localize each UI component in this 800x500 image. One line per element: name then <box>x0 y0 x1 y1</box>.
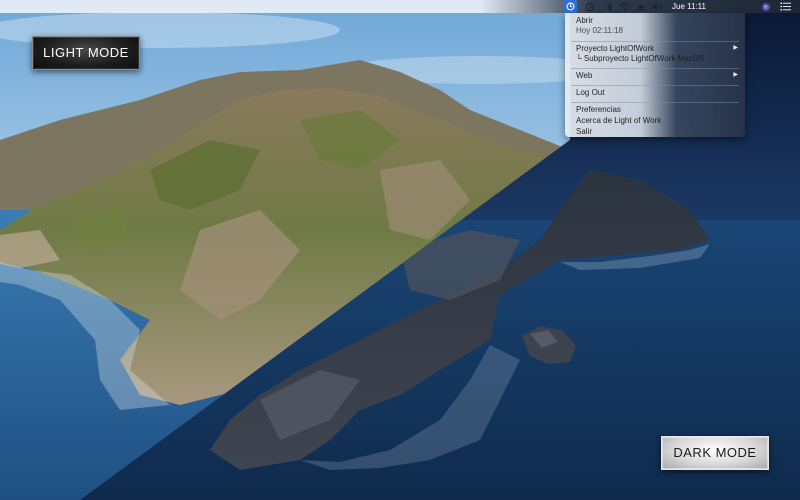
menubar-clock[interactable]: Jue 11:11 <box>672 0 708 13</box>
menu-separator <box>571 41 739 42</box>
notification-list-icon[interactable] <box>778 0 792 13</box>
volume-icon[interactable] <box>651 0 665 13</box>
menu-item-web[interactable]: Web ▶ <box>565 70 745 81</box>
about-label: Acerca de Light of Work <box>576 116 662 125</box>
today-time-label: Hoy 02:11:18 <box>576 26 623 35</box>
status-menu-dropdown: Abrir Hoy 02:11:18 Proyecto LightOfWork … <box>565 13 745 137</box>
desktop-screen: Jue 11:11 Abrir Hoy 02:11:18 Proyecto Li… <box>0 0 800 500</box>
menu-item-quit[interactable]: Salir <box>565 126 745 137</box>
menu-item-about[interactable]: Acerca de Light of Work <box>565 115 745 126</box>
preferences-label: Preferencias <box>576 105 621 114</box>
web-label: Web <box>576 71 593 80</box>
menu-separator <box>571 85 739 86</box>
subproject-label: └ Subproyecto LightOfWork MacOS <box>576 54 705 63</box>
dark-mode-label: DARK MODE <box>661 436 769 470</box>
submenu-arrow-icon: ▶ <box>733 72 738 78</box>
menu-bar: Jue 11:11 <box>0 0 800 13</box>
light-mode-label: LIGHT MODE <box>32 36 140 70</box>
logout-label: Log Out <box>576 88 605 97</box>
bluetooth-icon[interactable] <box>604 0 614 13</box>
menu-item-today: Hoy 02:11:18 <box>565 25 745 36</box>
history-icon[interactable] <box>584 0 596 13</box>
siri-icon[interactable] <box>760 0 772 13</box>
menu-separator <box>571 102 739 103</box>
menu-item-subproject[interactable]: └ Subproyecto LightOfWork MacOS <box>565 53 745 64</box>
menu-item-logout[interactable]: Log Out <box>565 87 745 98</box>
menu-item-preferences[interactable]: Preferencias <box>565 104 745 115</box>
menu-separator <box>571 68 739 69</box>
wifi-icon[interactable] <box>618 0 632 13</box>
quit-label: Salir <box>576 127 593 136</box>
light-of-work-app-icon[interactable] <box>563 0 577 13</box>
eject-icon[interactable] <box>636 0 646 13</box>
